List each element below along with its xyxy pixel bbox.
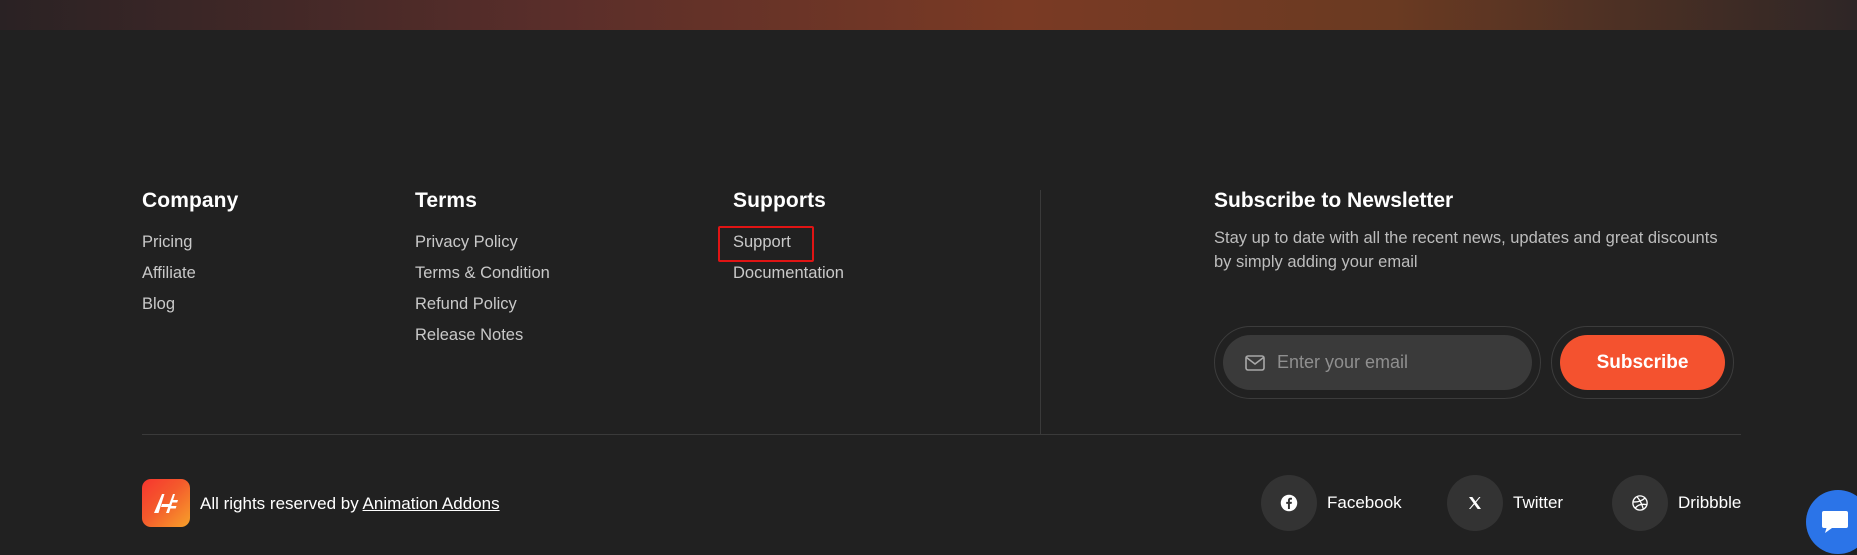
email-field[interactable]: [1223, 335, 1532, 390]
footer-link-release-notes[interactable]: Release Notes: [415, 325, 523, 345]
footer-link-pricing[interactable]: Pricing: [142, 232, 192, 252]
link-list: Pricing Affiliate Blog: [142, 232, 238, 325]
column-heading: Terms: [415, 189, 477, 212]
footer-link-documentation[interactable]: Documentation: [733, 263, 844, 283]
footer-column-terms: Terms Privacy Policy Terms & Condition R…: [415, 188, 550, 356]
email-field-wrapper: [1214, 326, 1541, 399]
brand-link[interactable]: Animation Addons: [363, 494, 500, 513]
newsletter-section: Subscribe to Newsletter Stay up to date …: [1214, 188, 1744, 274]
footer-link-blog[interactable]: Blog: [142, 294, 175, 314]
social-link-twitter[interactable]: Twitter: [1447, 475, 1563, 531]
subscribe-button[interactable]: Subscribe: [1560, 335, 1725, 390]
footer-link-terms-condition[interactable]: Terms & Condition: [415, 263, 550, 283]
horizontal-divider: [142, 434, 1741, 435]
x-twitter-icon[interactable]: [1447, 475, 1503, 531]
social-link-dribbble[interactable]: Dribbble: [1612, 475, 1741, 531]
mail-icon: [1245, 354, 1265, 371]
vertical-divider: [1040, 190, 1041, 435]
animation-addons-logo-icon[interactable]: [142, 479, 190, 527]
support-link-highlight: [718, 226, 814, 262]
social-label: Facebook: [1327, 493, 1402, 512]
copyright-prefix: All rights reserved by: [200, 494, 359, 513]
link-list: Privacy Policy Terms & Condition Refund …: [415, 232, 550, 356]
newsletter-heading: Subscribe to Newsletter: [1214, 189, 1454, 212]
footer-link-refund-policy[interactable]: Refund Policy: [415, 294, 517, 314]
dribbble-icon[interactable]: [1612, 475, 1668, 531]
subscribe-button-wrapper: Subscribe: [1551, 326, 1734, 399]
chat-icon: [1820, 509, 1850, 535]
newsletter-description: Stay up to date with all the recent news…: [1214, 229, 1718, 271]
copyright-text: All rights reserved by Animation Addons: [200, 493, 500, 515]
facebook-icon[interactable]: [1261, 475, 1317, 531]
column-heading: Supports: [733, 189, 826, 212]
footer-link-affiliate[interactable]: Affiliate: [142, 263, 196, 283]
social-link-facebook[interactable]: Facebook: [1261, 475, 1402, 531]
footer-link-privacy-policy[interactable]: Privacy Policy: [415, 232, 518, 252]
social-label: Dribbble: [1678, 493, 1742, 512]
column-heading: Company: [142, 189, 239, 212]
top-banner: [0, 0, 1857, 30]
email-input[interactable]: [1277, 352, 1507, 373]
footer-bottom-bar: All rights reserved by Animation Addons …: [0, 475, 1857, 531]
footer-column-company: Company Pricing Affiliate Blog: [142, 188, 238, 325]
social-label: Twitter: [1513, 493, 1564, 512]
